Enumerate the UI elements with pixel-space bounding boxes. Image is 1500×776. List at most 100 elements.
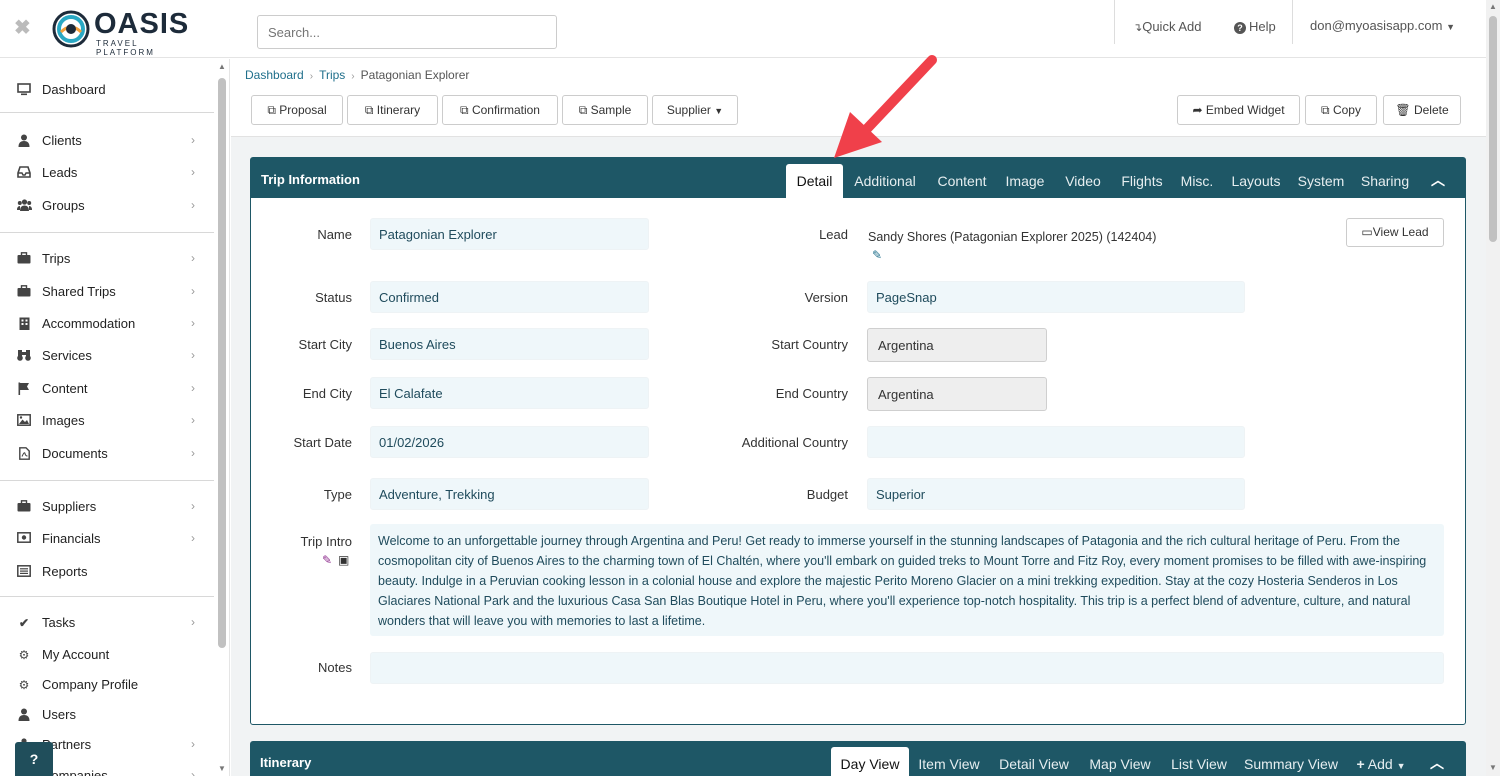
panel-header: Trip Information Detail Additional Conte… — [251, 158, 1465, 198]
tab-image[interactable]: Image — [999, 164, 1051, 198]
budget-field[interactable]: Superior — [867, 478, 1245, 510]
edit-lead-icon[interactable]: ✎ — [872, 248, 882, 262]
tab-day-view[interactable]: Day View — [831, 747, 909, 776]
logo-subtitle: TRAVEL PLATFORM — [96, 39, 155, 57]
end-country-label: End Country — [775, 386, 848, 401]
gear-icon: ⚙ — [18, 648, 30, 662]
sidebar-item-dashboard[interactable]: Dashboard — [0, 75, 214, 105]
sidebar-item-services[interactable]: Services › — [0, 341, 214, 371]
delete-button[interactable]: 🗑 Delete — [1383, 95, 1461, 125]
scroll-down-icon[interactable]: ▼ — [1489, 763, 1497, 772]
version-field[interactable]: PageSnap — [867, 281, 1245, 313]
notes-field[interactable] — [370, 652, 1444, 684]
sidebar-item-suppliers[interactable]: Suppliers › — [0, 492, 214, 522]
scroll-up-icon[interactable]: ▲ — [1489, 2, 1497, 11]
sidebar-item-reports[interactable]: Reports — [0, 557, 214, 587]
sidebar-item-leads[interactable]: Leads › — [0, 158, 214, 188]
type-field[interactable]: Adventure, Trekking — [370, 478, 649, 510]
oasis-logo[interactable]: OASIS TRAVEL PLATFORM — [52, 8, 192, 57]
search-input[interactable] — [257, 15, 557, 49]
help-menu-button[interactable]: ? Help — [1234, 19, 1276, 34]
tab-system[interactable]: System — [1294, 164, 1348, 198]
sidebar-item-images[interactable]: Images › — [0, 406, 214, 436]
tab-content[interactable]: Content — [931, 164, 993, 198]
main-content: Dashboard › Trips › Patagonian Explorer ⧉ Pr… — [231, 59, 1486, 776]
proposal-button[interactable]: ⧉ Proposal — [251, 95, 343, 125]
itinerary-button[interactable]: ⧉ Itinerary — [347, 95, 438, 125]
sidebar-item-content[interactable]: Content › — [0, 374, 214, 404]
plus-icon: + — [1356, 756, 1365, 772]
sidebar-divider — [0, 232, 214, 233]
chevron-right-icon: › — [191, 165, 195, 179]
chevron-right-icon: › — [191, 133, 195, 147]
sidebar-item-documents[interactable]: Documents › — [0, 439, 214, 469]
name-field[interactable]: Patagonian Explorer — [370, 218, 649, 250]
paste-icon[interactable]: ▣ — [338, 553, 349, 567]
tab-video[interactable]: Video — [1059, 164, 1107, 198]
sample-button[interactable]: ⧉ Sample — [562, 95, 648, 125]
tab-detail-view[interactable]: Detail View — [995, 747, 1073, 776]
tab-sharing[interactable]: Sharing — [1356, 164, 1414, 198]
chevron-up-icon[interactable]: ︿ — [1430, 753, 1444, 773]
breadcrumb-trips[interactable]: Trips — [319, 68, 345, 82]
sidebar-item-tasks[interactable]: ✔ Tasks › — [0, 608, 214, 638]
help-chat-button[interactable]: ? — [15, 742, 53, 776]
tab-item-view[interactable]: Item View — [914, 747, 984, 776]
sidebar-scroll-thumb[interactable] — [218, 78, 226, 648]
additional-country-field[interactable] — [867, 426, 1245, 458]
flag-icon — [17, 382, 31, 396]
start-city-field[interactable]: Buenos Aires — [370, 328, 649, 360]
scroll-down-icon[interactable]: ▼ — [218, 764, 226, 773]
quick-add-button[interactable]: ↴Quick Add — [1133, 19, 1201, 34]
edit-intro-icon[interactable]: ✎ — [322, 553, 332, 567]
page-scrollbar[interactable]: ▲ ▼ — [1486, 0, 1500, 776]
tab-misc[interactable]: Misc. — [1176, 164, 1218, 198]
chevron-up-icon[interactable]: ︿ — [1431, 170, 1445, 190]
breadcrumb-dashboard[interactable]: Dashboard — [245, 68, 304, 82]
tab-map-view[interactable]: Map View — [1084, 747, 1156, 776]
start-country-field[interactable]: Argentina — [867, 328, 1047, 362]
question-circle-icon: ? — [1234, 22, 1246, 34]
sidebar-item-users[interactable]: Users — [0, 700, 214, 730]
close-sidebar-icon[interactable]: ✖ — [14, 18, 31, 38]
divider — [1114, 0, 1115, 44]
sidebar-item-financials[interactable]: Financials › — [0, 524, 214, 554]
user-icon — [17, 134, 31, 148]
tab-flights[interactable]: Flights — [1115, 164, 1169, 198]
end-city-field[interactable]: El Calafate — [370, 377, 649, 409]
scroll-up-icon[interactable]: ▲ — [218, 62, 226, 71]
sidebar-item-clients[interactable]: Clients › — [0, 126, 214, 156]
copy-button[interactable]: ⧉ Copy — [1305, 95, 1377, 125]
trip-intro-field[interactable]: Welcome to an unforgettable journey thro… — [370, 524, 1444, 636]
tab-summary-view[interactable]: Summary View — [1241, 747, 1341, 776]
view-lead-button[interactable]: ▭View Lead — [1346, 218, 1444, 247]
sidebar-item-trips[interactable]: Trips › — [0, 244, 214, 274]
tab-additional[interactable]: Additional — [849, 164, 921, 198]
end-country-field[interactable]: Argentina — [867, 377, 1047, 411]
sidebar-item-company-profile[interactable]: ⚙ Company Profile — [0, 670, 214, 700]
add-dropdown-button[interactable]: + Add ▼ — [1350, 747, 1412, 776]
sidebar-item-accommodation[interactable]: Accommodation › — [0, 309, 214, 339]
start-date-field[interactable]: 01/02/2026 — [370, 426, 649, 458]
user-icon — [17, 708, 31, 722]
sidebar-item-my-account[interactable]: ⚙ My Account — [0, 640, 214, 670]
lead-value[interactable]: Sandy Shores (Patagonian Explorer 2025) … — [868, 230, 1156, 244]
breadcrumb: Dashboard › Trips › Patagonian Explorer — [245, 68, 469, 82]
external-link-icon: ⧉ — [460, 103, 469, 117]
status-field[interactable]: Confirmed — [370, 281, 649, 313]
tab-layouts[interactable]: Layouts — [1227, 164, 1285, 198]
supplier-dropdown-button[interactable]: Supplier ▼ — [652, 95, 738, 125]
chevron-right-icon: › — [191, 446, 195, 460]
tab-detail[interactable]: Detail — [786, 164, 843, 198]
tab-list-view[interactable]: List View — [1165, 747, 1233, 776]
building-icon — [17, 317, 31, 331]
confirmation-button[interactable]: ⧉ Confirmation — [442, 95, 558, 125]
user-menu-button[interactable]: don@myoasisapp.com ▼ — [1310, 18, 1455, 33]
sidebar-scrollbar[interactable]: ▲ ▼ — [216, 60, 228, 776]
sidebar-item-groups[interactable]: Groups › — [0, 191, 214, 221]
sidebar-item-shared-trips[interactable]: Shared Trips › — [0, 277, 214, 307]
page-scroll-thumb[interactable] — [1489, 16, 1497, 242]
start-city-label: Start City — [298, 337, 352, 352]
embed-widget-button[interactable]: ➦ Embed Widget — [1177, 95, 1300, 125]
chevron-right-icon: › — [191, 198, 195, 212]
